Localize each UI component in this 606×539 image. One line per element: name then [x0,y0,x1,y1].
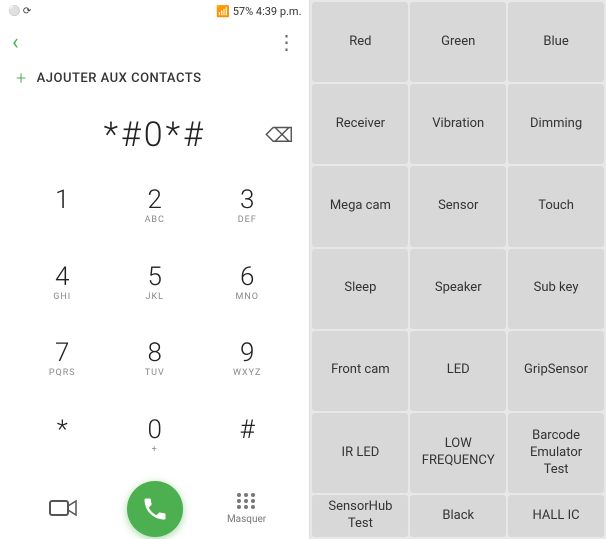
key-9[interactable]: 9 WXYZ [201,322,293,399]
key-0-main: 0 [148,417,162,443]
status-icons: ⚪ ⟳ [8,6,31,17]
time-text: 4:39 p.m. [256,5,302,18]
key-1[interactable]: 1 [16,169,108,246]
battery-text: 57% [233,5,253,18]
key-3-main: 3 [240,187,254,213]
bottom-bar: Masquer [0,479,309,539]
key-8-main: 8 [148,340,162,366]
test-btn-speaker[interactable]: Speaker [410,249,506,329]
more-dots-icon: ⋮ [276,30,297,54]
video-call-button[interactable] [41,487,85,531]
masquer-label: Masquer [227,514,266,525]
test-btn-sensor[interactable]: Sensor [410,166,506,246]
dialer-number: *#0*# [16,115,293,155]
key-5-main: 5 [148,264,162,290]
call-button[interactable] [127,481,183,537]
key-star[interactable]: * [16,399,108,476]
key-hash-main: # [240,417,255,443]
key-2-main: 2 [148,187,162,213]
key-5-sub: JKL [146,292,164,304]
test-btn-green[interactable]: Green [410,2,506,82]
notification-icons: ⚪ ⟳ [8,6,31,17]
test-btn-touch[interactable]: Touch [508,166,604,246]
right-panel: Red Green Blue Receiver Vibration Dimmin… [310,0,606,539]
key-star-main: * [57,417,68,443]
test-btn-vibration[interactable]: Vibration [410,84,506,164]
key-6-sub: MNO [235,292,258,304]
key-4-sub: GHI [53,292,71,304]
key-6-main: 6 [240,264,254,290]
key-4-main: 4 [55,264,69,290]
key-0-sub: + [152,445,158,457]
test-btn-receiver[interactable]: Receiver [312,84,408,164]
key-7-main: 7 [55,340,69,366]
dialer-display: *#0*# ⌫ [0,95,309,165]
video-icon [49,499,77,519]
test-btn-ir-led[interactable]: IR LED [312,413,408,493]
test-btn-black[interactable]: Black [410,495,506,537]
keypad: 1 2 ABC 3 DEF 4 GHI 5 JKL 6 MNO 7 PQRS [0,165,309,479]
test-btn-front-cam[interactable]: Front cam [312,331,408,411]
test-btn-low-frequency[interactable]: LOWFREQUENCY [410,413,506,493]
key-6[interactable]: 6 MNO [201,246,293,323]
key-8[interactable]: 8 TUV [108,322,201,399]
key-7[interactable]: 7 PQRS [16,322,108,399]
left-panel: ⚪ ⟳ 📶 57% 4:39 p.m. ‹ ⋮ + AJOUTER AUX CO… [0,0,309,539]
test-btn-red[interactable]: Red [312,2,408,82]
key-1-main: 1 [55,187,69,213]
test-btn-led[interactable]: LED [410,331,506,411]
add-contact-row[interactable]: + AJOUTER AUX CONTACTS [0,62,309,95]
phone-icon [141,495,169,523]
key-5[interactable]: 5 JKL [108,246,201,323]
status-bar: ⚪ ⟳ 📶 57% 4:39 p.m. [0,0,309,22]
key-2[interactable]: 2 ABC [108,169,201,246]
key-9-sub: WXYZ [233,368,261,380]
key-4[interactable]: 4 GHI [16,246,108,323]
key-9-main: 9 [240,340,254,366]
backspace-button[interactable]: ⌫ [265,123,293,147]
test-btn-sensorhub[interactable]: SensorHubTest [312,495,408,537]
grid-icon [237,493,256,509]
key-hash[interactable]: # [201,399,293,476]
hide-keypad-button[interactable]: Masquer [225,487,269,531]
more-options-button[interactable]: ⋮ [276,30,297,54]
key-2-sub: ABC [145,215,165,227]
test-btn-blue[interactable]: Blue [508,2,604,82]
key-0[interactable]: 0 + [108,399,201,476]
test-btn-barcode-emulator[interactable]: BarcodeEmulatorTest [508,413,604,493]
back-button[interactable]: ‹ [12,30,19,55]
add-contact-label: AJOUTER AUX CONTACTS [37,71,202,86]
key-3[interactable]: 3 DEF [201,169,293,246]
add-icon: + [16,68,27,89]
test-btn-hall-ic[interactable]: HALL IC [508,495,604,537]
key-7-sub: PQRS [49,368,76,380]
back-arrow-icon: ‹ [12,30,19,55]
test-btn-sleep[interactable]: Sleep [312,249,408,329]
test-btn-sub-key[interactable]: Sub key [508,249,604,329]
signal-icon: 📶 [216,5,230,18]
status-right: 📶 57% 4:39 p.m. [216,5,301,18]
test-btn-grip-sensor[interactable]: GripSensor [508,331,604,411]
key-8-sub: TUV [145,368,165,380]
test-btn-dimming[interactable]: Dimming [508,84,604,164]
test-btn-mega-cam[interactable]: Mega cam [312,166,408,246]
key-3-sub: DEF [238,215,257,227]
top-bar: ‹ ⋮ [0,22,309,62]
